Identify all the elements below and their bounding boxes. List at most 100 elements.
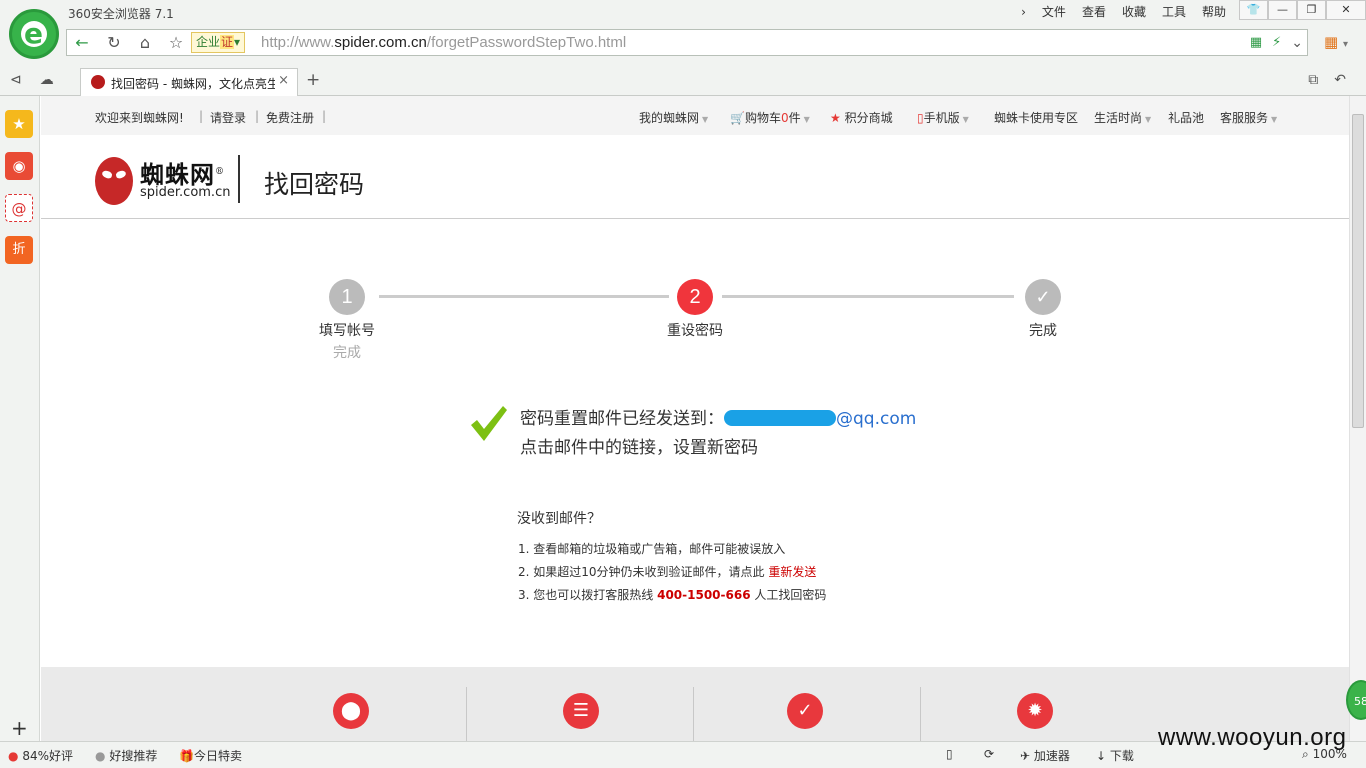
browser-logo-icon[interactable]: e [9,9,59,59]
chevron-right-icon[interactable]: › [1013,3,1034,21]
registered-mark: ® [215,167,225,177]
help-title: 没收到邮件？ [517,511,601,527]
card-zone-link[interactable]: 蜘蛛卡使用专区 [994,109,1078,126]
tab-list-icon[interactable]: ⧉ [1308,72,1318,88]
dot-icon: ● [95,749,106,763]
divider: | [322,109,327,123]
my-spider-label: 我的蜘蛛网 [639,111,700,125]
step-2-circle: 2 [677,279,713,315]
mobile-link[interactable]: ▯手机版 ▼ [917,109,969,126]
check-circle-icon: ✓ [787,693,823,729]
cloud-icon[interactable]: ☁ [40,72,54,88]
step-connector [722,295,1014,298]
success-check-icon [471,406,507,441]
page-content: 欢迎来到蜘蛛网! | 请登录 | 免费注册 | 我的蜘蛛网 ▼ 🛒购物车0件 ▼ ★… [41,96,1349,741]
site-logo-domain: spider.com.cn [140,185,231,200]
tomato-icon: ● [8,749,19,763]
gifts-link[interactable]: 礼品池 [1168,109,1204,126]
spider-favicon-icon [91,75,105,89]
site-topbar: 欢迎来到蜘蛛网! | 请登录 | 免费注册 | 我的蜘蛛网 ▼ 🛒购物车0件 ▼ ★… [41,96,1349,135]
tab-close-icon[interactable]: × [278,73,289,88]
download-item[interactable]: ↓ 下载 [1096,747,1134,764]
resend-link[interactable]: 重新发送 [768,565,816,579]
undo-close-icon[interactable]: ↶ [1334,72,1346,88]
home-icon[interactable]: ⌂ [130,30,160,55]
cart-icon: 🛒 [730,111,745,125]
address-bar: ← ↻ ⌂ ☆ 企业证▾ http://www.spider.com.cn/fo… [66,29,1308,56]
cart-link[interactable]: 🛒购物车0件 ▼ [730,109,810,126]
refresh-icon[interactable]: ↻ [99,30,129,55]
sidebar-add-icon[interactable]: + [11,716,28,740]
discount-icon[interactable]: 折 [5,236,33,264]
deals-item[interactable]: 🎁今日特卖 [179,747,242,764]
close-window-button[interactable]: ✕ [1326,0,1366,20]
step-3-check-icon: ✓ [1025,279,1061,315]
help-item-3-text: 3. 您也可以拨打客服热线 [518,588,654,602]
tab-left-icons: ⊲ ☁ [10,72,54,88]
mobile-label: 手机版 [923,111,960,125]
star-icon[interactable]: ☆ [161,30,191,55]
sent-message-text: 密码重置邮件已经发送到： [520,409,724,429]
lifestyle-link[interactable]: 生活时尚 ▼ [1094,109,1151,126]
mail-icon[interactable]: @ [5,194,33,222]
menu-file[interactable]: 文件 [1034,3,1074,21]
collapse-sidebar-icon[interactable]: ⊲ [10,72,22,88]
address-icons: ▦ ⚡ ⌄ [1250,30,1303,55]
lightning-icon[interactable]: ⚡ [1272,35,1281,50]
footer-divider [693,687,694,741]
gear-badge-icon: ✹ [1017,693,1053,729]
footer-divider [920,687,921,741]
chevron-down-icon: ▼ [803,115,810,124]
url-input[interactable]: http://www.spider.com.cn/forgetPasswordS… [261,30,626,55]
star-icon: ★ [830,111,841,125]
url-prefix: http://www. [261,34,335,51]
step-3-label: 完成 [1029,323,1057,339]
menu-favorites[interactable]: 收藏 [1114,3,1154,21]
rating-item[interactable]: ● 84%好评 [8,747,73,764]
register-link[interactable]: 免费注册 [266,109,314,126]
back-arrow-icon[interactable]: ← [67,30,97,55]
tab-active[interactable]: 找回密码 - 蜘蛛网，文化点亮生活 × [80,68,298,96]
maximize-button[interactable]: ❐ [1297,0,1326,20]
new-tab-button[interactable]: + [306,70,320,90]
menu-tools[interactable]: 工具 [1154,3,1194,21]
favorites-star-icon[interactable]: ★ [5,110,33,138]
accelerator-label: 加速器 [1033,749,1070,763]
help-item-3: 3. 您也可以拨打客服热线 400-1500-666 人工找回密码 [518,586,826,603]
scroll-thumb[interactable] [1352,114,1364,428]
my-spider-link[interactable]: 我的蜘蛛网 ▼ [639,109,708,126]
points-mall-label: 积分商城 [844,111,893,125]
menu-help[interactable]: 帮助 [1194,3,1234,21]
phone-icon[interactable]: ▯ [946,747,953,761]
accelerator-item[interactable]: ✈ 加速器 [1020,747,1070,764]
help-item-2: 2. 如果超过10分钟仍未收到验证邮件，请点此 重新发送 [518,563,816,580]
rocket-icon[interactable]: ⟳ [984,747,994,761]
weibo-icon[interactable]: ◉ [5,152,33,180]
step-connector [379,295,669,298]
download-label: 下载 [1109,749,1134,763]
login-link[interactable]: 请登录 [210,109,246,126]
dropdown-chevron-icon[interactable]: ⌄ [1291,35,1303,51]
service-link[interactable]: 客服服务 ▼ [1220,109,1277,126]
cart-count: 0 [780,111,789,125]
lifestyle-label: 生活时尚 [1094,111,1143,125]
recommend-item[interactable]: ● 好搜推荐 [95,747,157,764]
spiderman-logo-icon[interactable] [95,157,133,205]
menu-bar: › 文件 查看 收藏 工具 帮助 [1013,3,1234,21]
cert-badge: 证 [220,35,235,49]
help-item-3-suffix: 人工找回密码 [754,588,827,602]
step-1-circle: 1 [329,279,365,315]
apps-grid-icon[interactable]: ▦ ▾ [1324,33,1348,51]
page-scrollbar[interactable] [1349,96,1366,741]
menu-view[interactable]: 查看 [1074,3,1114,21]
points-mall-link[interactable]: ★ 积分商城 [830,109,893,126]
rating-label: 84%好评 [22,749,73,763]
site-header: 蜘蛛网® spider.com.cn 找回密码 [41,135,1349,219]
chevron-down-icon: ▼ [1271,115,1278,124]
enterprise-cert-badge[interactable]: 企业证▾ [191,32,246,53]
minimize-button[interactable]: — [1268,0,1297,20]
qr-code-icon[interactable]: ▦ [1250,35,1262,50]
skin-icon[interactable]: 👕 [1239,0,1268,20]
service-footer: ⬤ ☰ ✓ ✹ [41,667,1349,741]
masked-email-redaction [724,410,836,426]
